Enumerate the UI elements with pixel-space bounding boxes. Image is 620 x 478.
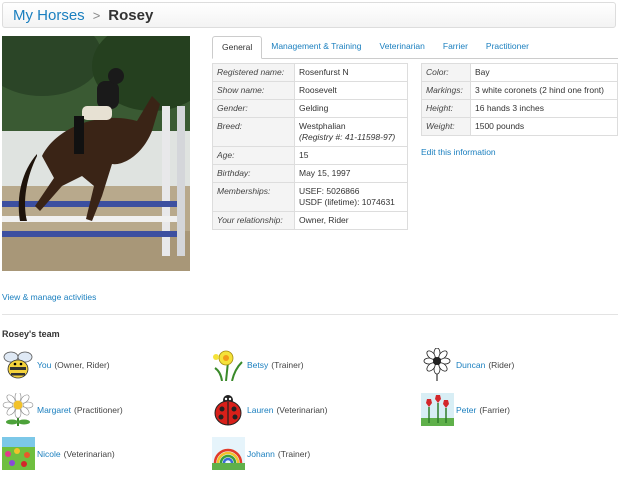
detail-label: Breed: xyxy=(212,117,295,147)
detail-label: Color: xyxy=(421,63,471,82)
ladybug-icon[interactable] xyxy=(212,393,245,426)
team-member-role: (Farrier) xyxy=(479,404,511,415)
team-member-duncan: Duncan (Rider) xyxy=(421,348,514,381)
detail-value: 16 hands 3 inches xyxy=(470,99,618,118)
daffodil-icon[interactable] xyxy=(212,348,245,381)
horse-photo xyxy=(2,36,190,271)
detail-value: Rosenfurst N xyxy=(294,63,408,82)
team-member-role: (Veterinarian) xyxy=(276,404,328,415)
breadcrumb-separator: > xyxy=(92,7,101,23)
team-member-nicole: Nicole (Veterinarian) xyxy=(2,437,115,470)
team-member-role: (Trainer) xyxy=(277,448,311,459)
detail-label: Height: xyxy=(421,99,471,118)
detail-label: Birthday: xyxy=(212,164,295,183)
team-member-name[interactable]: Lauren xyxy=(247,405,273,415)
detail-value: 3 white coronets (2 hind one front) xyxy=(470,81,618,100)
table-row: Weight: 1500 pounds xyxy=(421,117,618,136)
detail-value: USEF: 5026866 USDF (lifetime): 1074631 xyxy=(294,182,408,212)
registry-number: (Registry #: 41-11598-97) xyxy=(299,132,396,142)
breadcrumb-my-horses-link[interactable]: My Horses xyxy=(13,7,85,24)
tab-management-training[interactable]: Management & Training xyxy=(262,36,370,57)
garden-icon[interactable] xyxy=(2,437,35,470)
table-row: Markings: 3 white coronets (2 hind one fr… xyxy=(421,81,618,100)
detail-label: Registered name: xyxy=(212,63,295,82)
table-row: Birthday: May 15, 1997 xyxy=(212,164,408,183)
detail-label: Memberships: xyxy=(212,182,295,212)
team-member-role: (Owner, Rider) xyxy=(54,359,110,370)
detail-value: May 15, 1997 xyxy=(294,164,408,183)
detail-label: Weight: xyxy=(421,117,471,136)
manage-activities-link[interactable]: View & manage activities xyxy=(2,292,96,302)
daisy-icon[interactable] xyxy=(2,393,35,426)
table-row: Memberships: USEF: 5026866 USDF (lifetime)… xyxy=(212,182,408,212)
team-member-you: You (Owner, Rider) xyxy=(2,348,110,381)
breadcrumb: My Horses > Rosey xyxy=(2,2,616,28)
team-member-name[interactable]: Duncan xyxy=(456,360,485,370)
membership-usdf: USDF (lifetime): 1074631 xyxy=(299,197,395,207)
tab-farrier[interactable]: Farrier xyxy=(434,36,477,57)
tab-general[interactable]: General xyxy=(212,36,263,59)
detail-label: Show name: xyxy=(212,81,295,100)
tab-practitioner[interactable]: Practitioner xyxy=(477,36,538,57)
section-divider xyxy=(2,314,618,315)
membership-usef: USEF: 5026866 xyxy=(299,186,360,196)
table-row: Show name: Roosevelt xyxy=(212,81,408,100)
horse-appearance-table: Color: Bay Markings: 3 white coronets (2 h… xyxy=(421,63,618,136)
team-member-name[interactable]: Johann xyxy=(247,449,275,459)
table-row: Breed: Westphalian (Registry #: 41-11598-9… xyxy=(212,117,408,147)
detail-label: Age: xyxy=(212,146,295,165)
team-member-name[interactable]: Peter xyxy=(456,405,476,415)
detail-value: 1500 pounds xyxy=(470,117,618,136)
horse-details-table: Registered name: Rosenfurst N Show name: R… xyxy=(212,63,408,230)
rainbow-icon[interactable] xyxy=(212,437,245,470)
team-member-name[interactable]: Nicole xyxy=(37,449,61,459)
detail-label: Markings: xyxy=(421,81,471,100)
detail-label: Your relationship: xyxy=(212,211,295,230)
team-member-peter: Peter (Farrier) xyxy=(421,393,510,426)
detail-value: 15 xyxy=(294,146,408,165)
team-member-name[interactable]: Betsy xyxy=(247,360,268,370)
team-member-name[interactable]: Margaret xyxy=(37,405,71,415)
detail-value: Gelding xyxy=(294,99,408,118)
table-row: Height: 16 hands 3 inches xyxy=(421,99,618,118)
team-member-betsy: Betsy (Trainer) xyxy=(212,348,304,381)
table-row: Your relationship: Owner, Rider xyxy=(212,211,408,230)
detail-value: Westphalian (Registry #: 41-11598-97) xyxy=(294,117,408,147)
table-row: Age: 15 xyxy=(212,146,408,165)
detail-value: Bay xyxy=(470,63,618,82)
detail-value: Roosevelt xyxy=(294,81,408,100)
tab-bar: General Management & Training Veterinari… xyxy=(212,36,618,59)
tulips-icon[interactable] xyxy=(421,393,454,426)
team-member-name[interactable]: You xyxy=(37,360,51,370)
team-member-johann: Johann (Trainer) xyxy=(212,437,310,470)
team-member-role: (Veterinarian) xyxy=(63,448,115,459)
page-title: Rosey xyxy=(108,6,154,24)
team-member-lauren: Lauren (Veterinarian) xyxy=(212,393,328,426)
team-member-margaret: Margaret (Practitioner) xyxy=(2,393,123,426)
bee-icon[interactable] xyxy=(2,348,35,381)
team-heading: Rosey's team xyxy=(2,329,60,339)
table-row: Color: Bay xyxy=(421,63,618,82)
team-member-role: (Practitioner) xyxy=(74,404,123,415)
breed-value: Westphalian xyxy=(299,121,346,131)
table-row: Registered name: Rosenfurst N xyxy=(212,63,408,82)
team-member-role: (Rider) xyxy=(488,359,515,370)
detail-label: Gender: xyxy=(212,99,295,118)
table-row: Gender: Gelding xyxy=(212,99,408,118)
team-member-role: (Trainer) xyxy=(271,359,304,370)
tab-veterinarian[interactable]: Veterinarian xyxy=(371,36,434,57)
flower-sketch-icon[interactable] xyxy=(421,348,454,381)
detail-value: Owner, Rider xyxy=(294,211,408,230)
edit-information-link[interactable]: Edit this information xyxy=(421,147,496,157)
